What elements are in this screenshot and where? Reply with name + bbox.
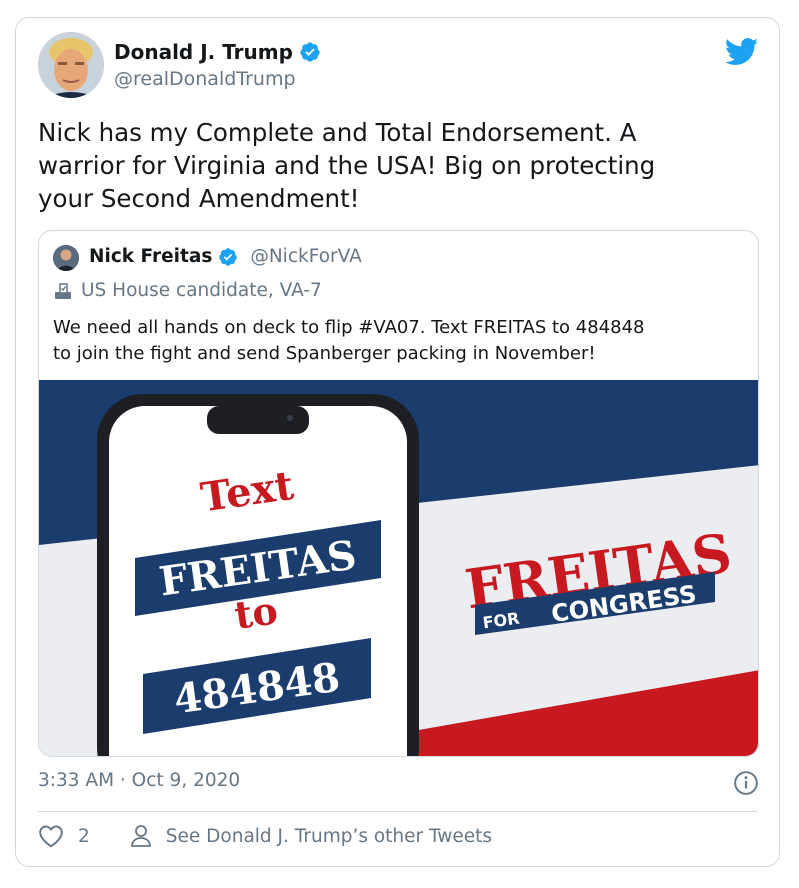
quoted-author-avatar[interactable] [53, 245, 79, 271]
info-icon[interactable] [733, 770, 759, 796]
tweet-card: Donald J. Trump @realDonaldTrump Nick ha… [15, 17, 780, 867]
other-tweets-link[interactable]: See Donald J. Trump’s other Tweets [130, 824, 492, 848]
quoted-tweet-text: We need all hands on deck to flip #VA07.… [53, 317, 645, 364]
author-handle[interactable]: @realDonaldTrump [114, 68, 296, 90]
candidate-label: US House candidate, VA-7 [53, 280, 322, 301]
phone-text-line3: to [232, 587, 281, 638]
quoted-tweet[interactable]: Nick Freitas @NickForVA US House candida… [38, 230, 759, 757]
quoted-author[interactable]: Nick Freitas @NickForVA [89, 246, 362, 267]
tweet-text: Nick has my Complete and Total Endorseme… [38, 118, 656, 213]
quoted-author-name: Nick Freitas [89, 246, 213, 267]
tweet-actions: 2 See Donald J. Trump’s other Tweets [38, 824, 492, 848]
quoted-author-handle: @NickForVA [250, 246, 362, 267]
verified-badge-icon [300, 42, 320, 62]
candidate-label-text: US House candidate, VA-7 [81, 280, 322, 301]
ballot-box-icon [55, 282, 71, 299]
heart-icon [39, 825, 63, 848]
author-name[interactable]: Donald J. Trump [114, 40, 321, 64]
like-button[interactable]: 2 [38, 824, 90, 848]
divider [38, 811, 757, 812]
twitter-bird-icon[interactable] [725, 38, 759, 66]
campaign-image[interactable]: Text FREITAS to 484848 FREITAS FOR CONGR… [39, 380, 759, 757]
author-avatar[interactable] [38, 32, 104, 98]
trump-avatar-image [38, 32, 104, 98]
author-name-text: Donald J. Trump [114, 40, 293, 64]
quoted-avatar-image [53, 245, 79, 271]
verified-badge-icon [219, 247, 238, 266]
person-icon [130, 825, 151, 847]
like-count: 2 [78, 825, 90, 847]
other-tweets-text: See Donald J. Trump’s other Tweets [165, 825, 493, 847]
tweet-timestamp[interactable]: 3:33 AM · Oct 9, 2020 [38, 770, 240, 791]
